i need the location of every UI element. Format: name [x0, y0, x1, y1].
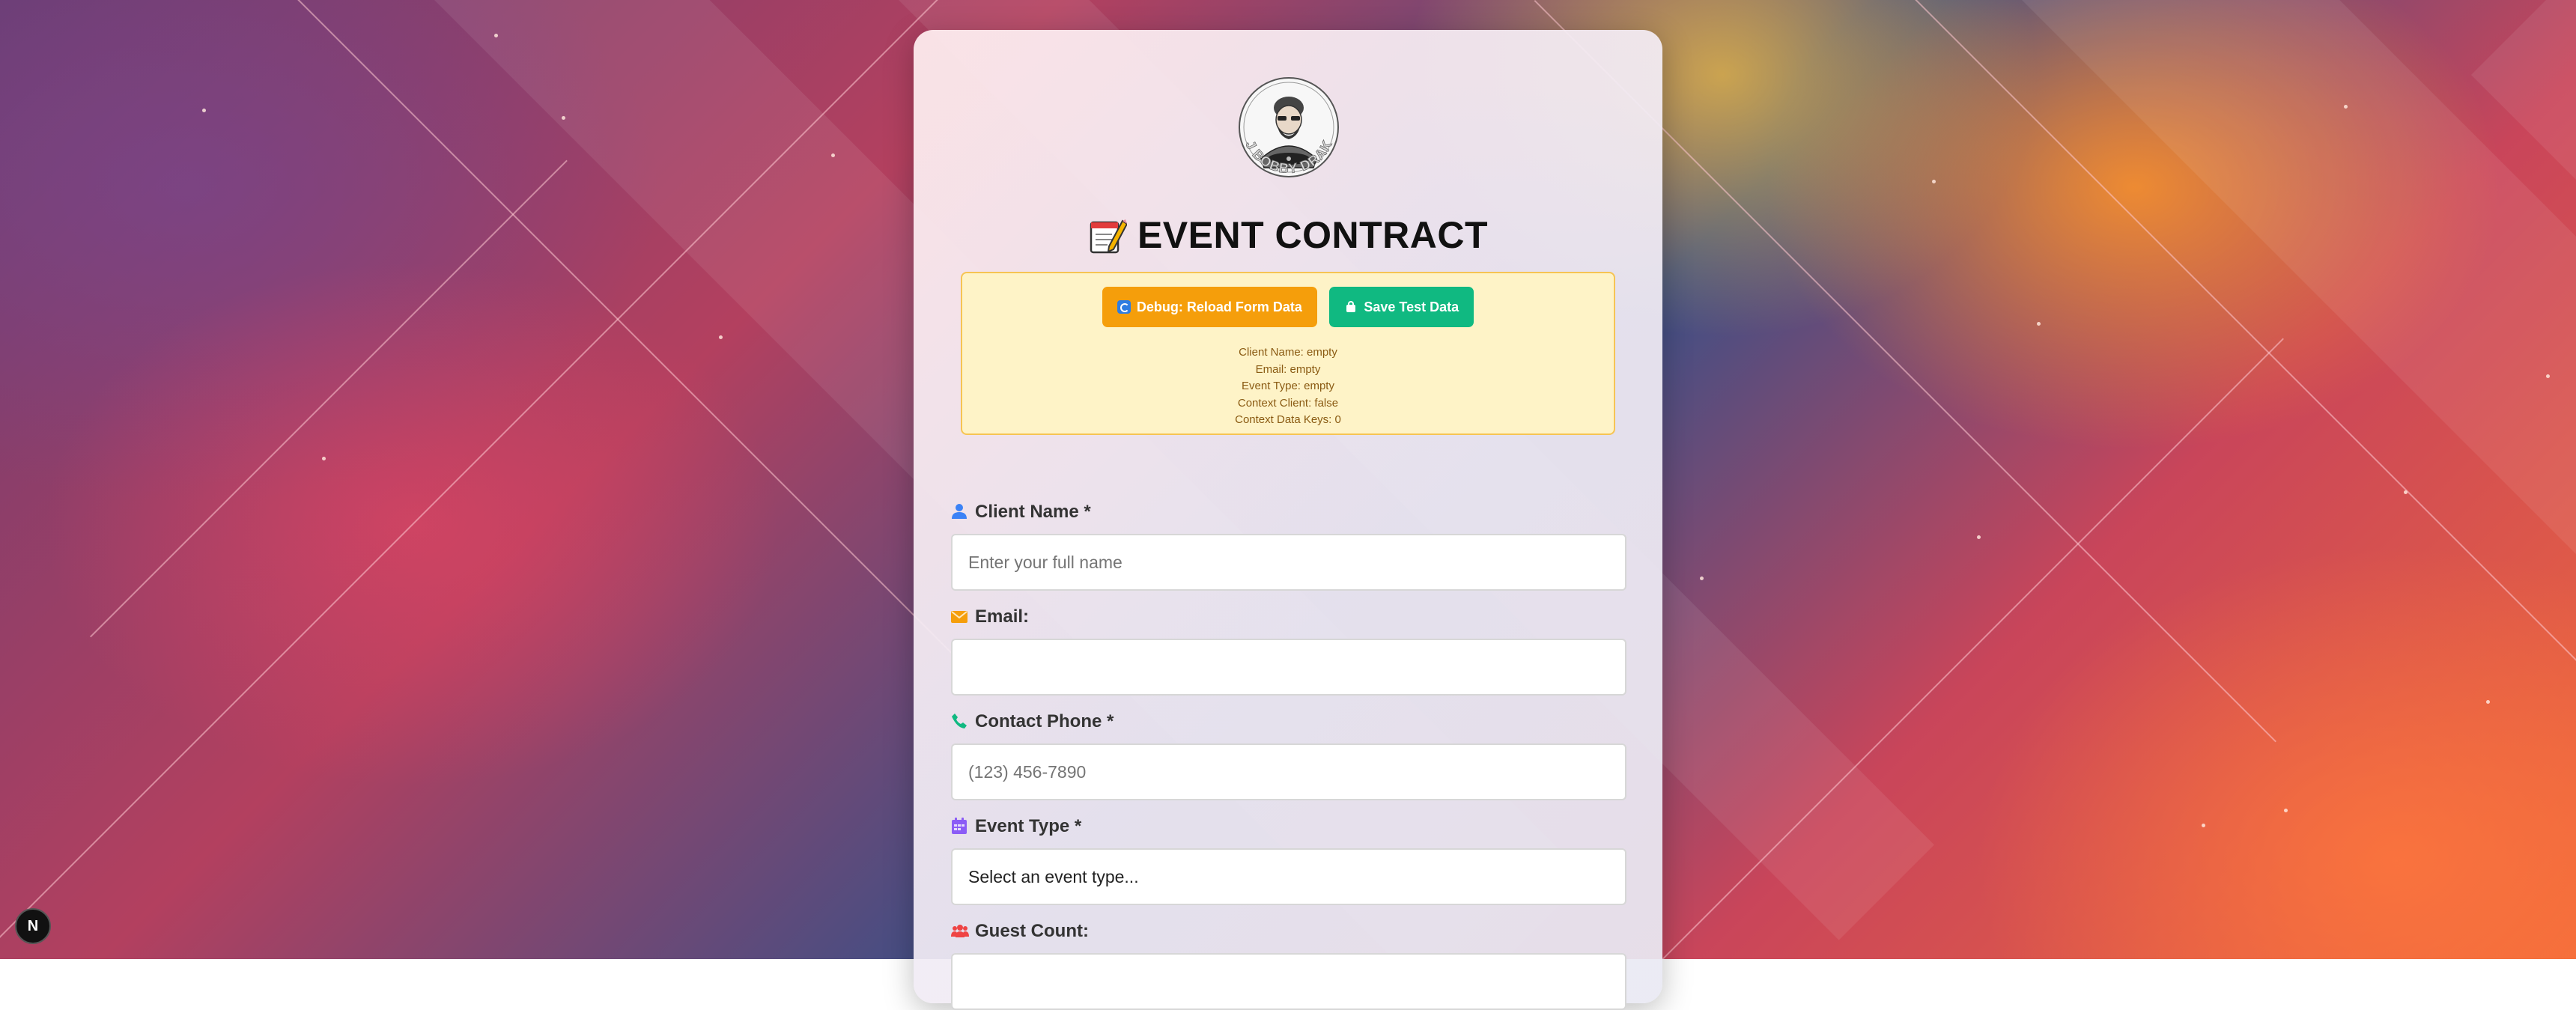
dj-logo: DJ BOBBY DRAKE	[1233, 75, 1339, 177]
title-text: EVENT CONTRACT	[1137, 214, 1489, 256]
debug-line-client-name: Client Name: empty	[1239, 346, 1337, 359]
client-name-label: Client Name *	[951, 502, 1091, 523]
guest-count-input[interactable]	[951, 953, 1626, 1010]
contact-phone-input[interactable]	[951, 743, 1626, 800]
debug-reload-button[interactable]: Debug: Reload Form Data	[1102, 287, 1317, 327]
email-label: Email:	[951, 606, 1029, 627]
contact-phone-label-text: Contact Phone *	[975, 711, 1114, 731]
event-type-label-text: Event Type *	[975, 816, 1082, 836]
event-type-label: Event Type *	[951, 816, 1081, 837]
debug-panel: Debug: Reload Form Data Save Test Data C…	[961, 272, 1615, 435]
debug-line-context-client: Context Client: false	[1237, 396, 1339, 410]
dev-badge-label: N	[27, 918, 39, 934]
client-name-input[interactable]	[951, 534, 1626, 591]
contact-phone-label: Contact Phone *	[951, 711, 1114, 732]
memo-icon	[1088, 216, 1128, 260]
guest-count-label: Guest Count:	[951, 921, 1089, 942]
event-type-selected: Select an event type...	[968, 867, 1139, 886]
reload-icon	[1117, 300, 1131, 314]
debug-reload-label: Debug: Reload Form Data	[1136, 299, 1302, 314]
envelope-icon	[951, 607, 967, 627]
debug-buttons: Debug: Reload Form Data Save Test Data	[962, 287, 1614, 327]
event-contract-card: DJ BOBBY DRAKE EVENT CONTRACT Debug: Rel…	[914, 30, 1662, 1010]
calendar-icon	[951, 817, 967, 836]
nextjs-dev-badge[interactable]: N	[15, 908, 51, 944]
page-title: EVENT CONTRACT	[914, 213, 1662, 260]
debug-line-context-keys: Context Data Keys: 0	[1235, 413, 1341, 426]
client-name-label-text: Client Name *	[975, 502, 1091, 522]
debug-status-lines: Client Name: empty Email: empty Event Ty…	[962, 344, 1614, 429]
event-type-select[interactable]: Select an event type...	[951, 848, 1626, 905]
email-input[interactable]	[951, 639, 1626, 696]
debug-line-email: Email: empty	[1255, 362, 1321, 376]
users-icon	[951, 922, 969, 941]
save-test-data-label: Save Test Data	[1364, 299, 1459, 314]
save-test-data-button[interactable]: Save Test Data	[1329, 287, 1474, 327]
debug-line-event-type: Event Type: empty	[1242, 380, 1334, 392]
email-label-text: Email:	[975, 606, 1030, 627]
phone-icon	[951, 712, 967, 731]
lock-icon	[1344, 300, 1358, 314]
user-icon	[951, 502, 967, 522]
guest-count-label-text: Guest Count:	[975, 921, 1089, 941]
